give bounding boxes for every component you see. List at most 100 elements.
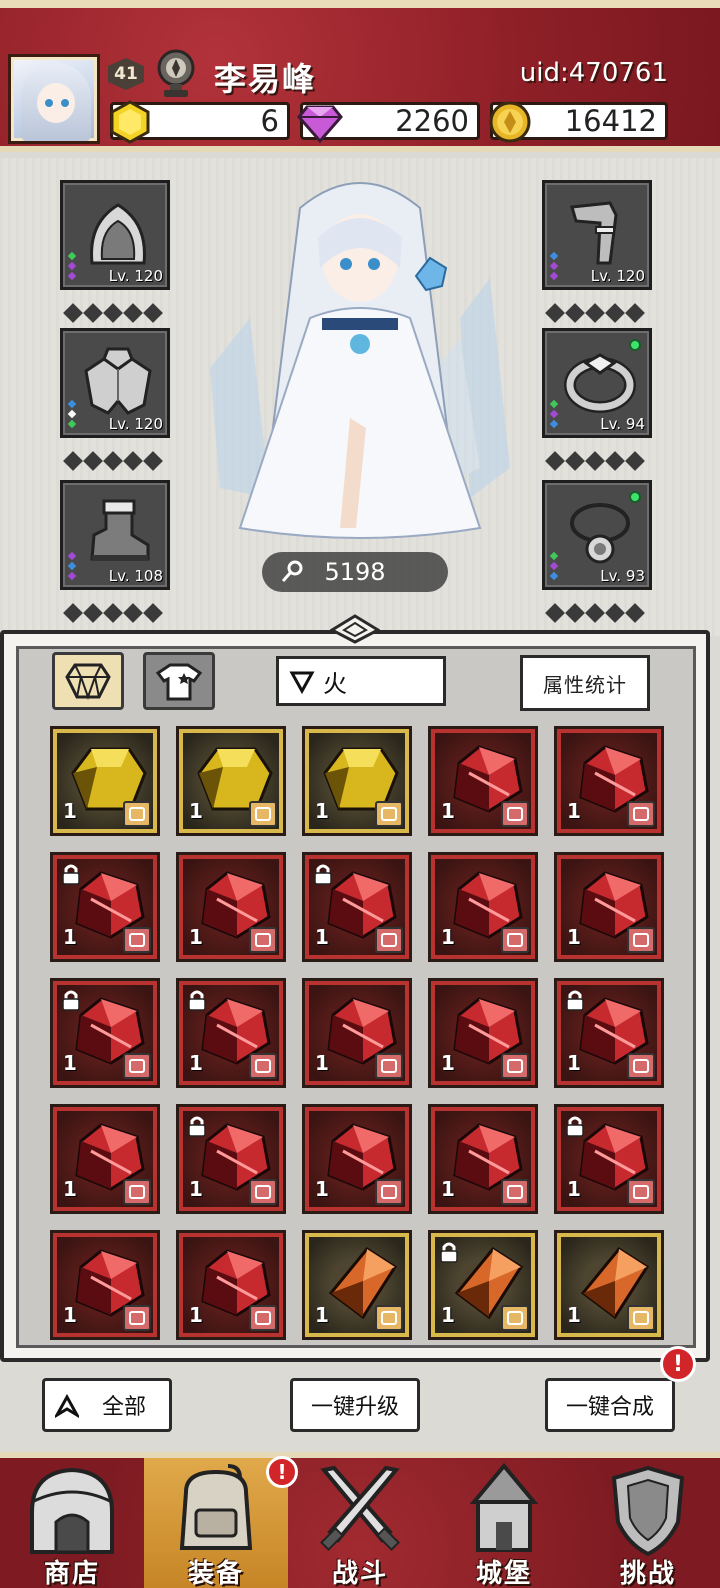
slot-type-tag [627,927,655,953]
slot-type-tag [501,1179,529,1205]
combat-power-value: 5198 [324,558,386,586]
castle-icon [469,1462,539,1552]
tab-clothing[interactable] [143,652,215,710]
slot-type-tag [501,927,529,953]
player-level-badge: 41 [108,58,144,90]
inventory-item[interactable]: 1 [176,1104,286,1214]
slot-type-tag [375,1053,403,1079]
item-count: 1 [441,1177,455,1201]
inventory-item[interactable]: 1 [302,852,412,962]
player-name: 李易峰 [214,60,317,98]
equip-slot-necklace[interactable]: Lv. 93 [542,480,652,590]
item-count: 1 [441,925,455,949]
pip [549,271,559,281]
inventory-item[interactable]: 1 [176,1230,286,1340]
attribute-stats-button[interactable]: 属性统计 [520,655,650,711]
gold-counter[interactable]: 6 [110,100,290,144]
one-click-merge-button[interactable]: 一键合成 [545,1378,675,1432]
slot-level: Lv. 108 [108,567,163,585]
inventory-item[interactable]: 1 [50,1104,160,1214]
equip-slot-armor[interactable]: Lv. 120 [60,328,170,438]
coin-value: 16412 [564,104,657,138]
rarity-pips [67,399,77,429]
inventory-item[interactable]: 1 [50,1230,160,1340]
slot-level: Lv. 120 [108,415,163,433]
lock-icon [188,990,206,1011]
one-click-upgrade-button[interactable]: 一键升级 [290,1378,420,1432]
slot-type-tag [501,801,529,827]
inventory-item[interactable]: 1 [554,1230,664,1340]
slot-type-tag [249,1179,277,1205]
inventory-item[interactable]: 1 [176,978,286,1088]
gem-value: 2260 [395,104,469,138]
inventory-item[interactable]: 1 [554,726,664,836]
inventory-item[interactable]: 1 [302,726,412,836]
inventory-item[interactable]: 1 [302,1230,412,1340]
equip-slot-helmet[interactable]: Lv. 120 [60,180,170,290]
inventory-item[interactable]: 1 [176,726,286,836]
pip [67,251,77,261]
nav-castle[interactable]: 城堡 [432,1458,576,1588]
item-count: 1 [441,799,455,823]
inventory-item[interactable]: 1 [554,978,664,1088]
item-count: 1 [567,925,581,949]
slot-type-tag [375,801,403,827]
filter-all-label: 全部 [101,1395,146,1420]
slot-type-tag [249,927,277,953]
rarity-pips [67,251,77,281]
pip [67,399,77,409]
nav-battle[interactable]: 战斗 [288,1458,432,1588]
coin-counter[interactable]: 16412 [489,101,668,143]
slot-type-tag [375,927,403,953]
inventory-item[interactable]: 1 [428,1230,538,1340]
item-count: 1 [63,1051,77,1075]
equip-slot-boots[interactable]: Lv. 108 [60,480,170,590]
lock-icon [566,990,584,1011]
inventory-item[interactable]: 1 [554,852,664,962]
element-filter-dropdown[interactable]: 火 [276,656,446,706]
lock-icon [566,1116,584,1137]
gem-counter[interactable]: 2260 [297,102,480,144]
rarity-pips [549,251,559,281]
nav-challenge[interactable]: 挑战 [576,1458,720,1588]
pipe-icon [570,201,618,265]
boot-icon [90,499,150,561]
hero-character-illustration[interactable] [190,168,530,558]
inventory-item[interactable]: 1 [302,1104,412,1214]
slot-type-tag [627,1305,655,1331]
slot-type-tag [123,1179,151,1205]
item-count: 1 [567,1051,581,1075]
nav-shop[interactable]: 商店 [0,1458,144,1588]
inventory-item[interactable]: 1 [428,978,538,1088]
player-avatar[interactable] [8,54,100,144]
nav-label: 战斗 [331,1559,388,1588]
equip-slot-ring[interactable]: Lv. 94 [542,328,652,438]
pip [549,551,559,561]
equip-slot-weapon[interactable]: Lv. 120 [542,180,652,290]
item-count: 1 [441,1303,455,1327]
inventory-item[interactable]: 1 [428,852,538,962]
slot-type-tag [249,801,277,827]
pip [549,261,559,271]
pip [67,561,77,571]
filter-all-button[interactable]: 全部 [42,1378,172,1432]
nav-label: 装备 [187,1559,244,1588]
inventory-item[interactable]: 1 [428,1104,538,1214]
inventory-item[interactable]: 1 [50,726,160,836]
tab-gems[interactable] [52,652,124,710]
merge-alert-badge: ! [660,1346,696,1382]
slot-level: Lv. 94 [600,415,645,433]
slot-level: Lv. 93 [600,567,645,585]
slot-type-tag [627,1053,655,1079]
inventory-item[interactable]: 1 [428,726,538,836]
inventory-item[interactable]: 1 [50,978,160,1088]
inventory-item[interactable]: 1 [176,852,286,962]
trophy-icon[interactable] [152,48,200,100]
power-key-icon [281,560,303,582]
combat-power: 5198 [262,552,448,592]
slot-type-tag [501,1053,529,1079]
inventory-item[interactable]: 1 [50,852,160,962]
item-count: 1 [315,1051,329,1075]
inventory-item[interactable]: 1 [302,978,412,1088]
inventory-item[interactable]: 1 [554,1104,664,1214]
